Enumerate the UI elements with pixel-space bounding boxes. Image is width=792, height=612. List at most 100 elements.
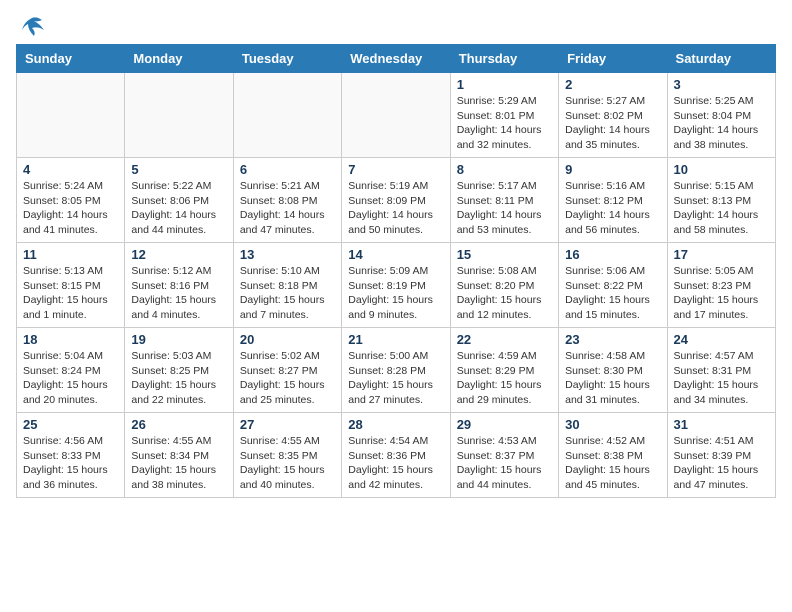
day-header-sunday: Sunday: [17, 45, 125, 73]
day-number: 2: [565, 77, 660, 92]
cell-info: Daylight: 14 hours: [565, 123, 660, 138]
cell-info: Sunset: 8:02 PM: [565, 109, 660, 124]
cell-info: Daylight: 15 hours: [348, 463, 443, 478]
cell-info: Daylight: 14 hours: [23, 208, 118, 223]
cell-info: and 15 minutes.: [565, 308, 660, 323]
calendar-cell: 28Sunrise: 4:54 AMSunset: 8:36 PMDayligh…: [342, 413, 450, 498]
cell-info: and 44 minutes.: [457, 478, 552, 493]
cell-info: Sunrise: 5:24 AM: [23, 179, 118, 194]
cell-info: and 53 minutes.: [457, 223, 552, 238]
cell-info: Daylight: 15 hours: [457, 378, 552, 393]
cell-info: Daylight: 14 hours: [457, 208, 552, 223]
day-number: 5: [131, 162, 226, 177]
cell-info: Sunrise: 5:25 AM: [674, 94, 769, 109]
cell-info: Sunset: 8:11 PM: [457, 194, 552, 209]
calendar-cell: 19Sunrise: 5:03 AMSunset: 8:25 PMDayligh…: [125, 328, 233, 413]
page-header: [16, 16, 776, 34]
calendar-cell: 12 Sunrise: 5:12 AMSunset: 8:16 PMDayligh…: [125, 243, 233, 328]
cell-info: Sunset: 8:16 PM: [131, 279, 226, 294]
day-number: 12: [131, 247, 226, 262]
cell-info: Daylight: 14 hours: [674, 123, 769, 138]
day-number: 10: [674, 162, 769, 177]
cell-info: Sunrise: 4:53 AM: [457, 434, 552, 449]
cell-info: Daylight: 15 hours: [348, 378, 443, 393]
cell-info: Sunrise: 5:15 AM: [674, 179, 769, 194]
calendar-table: SundayMondayTuesdayWednesdayThursdayFrid…: [16, 44, 776, 498]
day-header-saturday: Saturday: [667, 45, 775, 73]
cell-info: and 58 minutes.: [674, 223, 769, 238]
day-number: 19: [131, 332, 226, 347]
day-header-friday: Friday: [559, 45, 667, 73]
cell-info: Sunrise: 5:06 AM: [565, 264, 660, 279]
cell-info: Sunset: 8:19 PM: [348, 279, 443, 294]
day-number: 28: [348, 417, 443, 432]
calendar-cell: 11Sunrise: 5:13 AMSunset: 8:15 PMDayligh…: [17, 243, 125, 328]
cell-info: and 50 minutes.: [348, 223, 443, 238]
cell-info: Daylight: 15 hours: [240, 378, 335, 393]
day-number: 29: [457, 417, 552, 432]
calendar-cell: 2 Sunrise: 5:27 AMSunset: 8:02 PMDaylight…: [559, 73, 667, 158]
week-row-1: 1Sunrise: 5:29 AMSunset: 8:01 PMDaylight…: [17, 73, 776, 158]
cell-info: Daylight: 15 hours: [565, 378, 660, 393]
cell-info: Daylight: 14 hours: [674, 208, 769, 223]
cell-info: Sunrise: 5:05 AM: [674, 264, 769, 279]
cell-info: and 34 minutes.: [674, 393, 769, 408]
cell-info: Sunset: 8:18 PM: [240, 279, 335, 294]
cell-info: and 40 minutes.: [240, 478, 335, 493]
cell-info: Sunset: 8:39 PM: [674, 449, 769, 464]
calendar-cell: 26Sunrise: 4:55 AMSunset: 8:34 PMDayligh…: [125, 413, 233, 498]
cell-info: Daylight: 15 hours: [131, 463, 226, 478]
cell-info: Sunrise: 5:12 AM: [131, 264, 226, 279]
cell-info: and 20 minutes.: [23, 393, 118, 408]
cell-info: Sunset: 8:31 PM: [674, 364, 769, 379]
cell-info: Daylight: 15 hours: [457, 293, 552, 308]
cell-info: Sunset: 8:12 PM: [565, 194, 660, 209]
day-number: 25: [23, 417, 118, 432]
calendar-cell: 31Sunrise: 4:51 AMSunset: 8:39 PMDayligh…: [667, 413, 775, 498]
week-row-3: 11Sunrise: 5:13 AMSunset: 8:15 PMDayligh…: [17, 243, 776, 328]
calendar-cell: [17, 73, 125, 158]
cell-info: and 32 minutes.: [457, 138, 552, 153]
day-number: 16: [565, 247, 660, 262]
cell-info: Sunrise: 4:59 AM: [457, 349, 552, 364]
cell-info: Sunrise: 5:21 AM: [240, 179, 335, 194]
day-header-wednesday: Wednesday: [342, 45, 450, 73]
calendar-cell: 24Sunrise: 4:57 AMSunset: 8:31 PMDayligh…: [667, 328, 775, 413]
cell-info: Daylight: 15 hours: [240, 463, 335, 478]
calendar-cell: 8Sunrise: 5:17 AMSunset: 8:11 PMDaylight…: [450, 158, 558, 243]
cell-info: Sunrise: 4:55 AM: [131, 434, 226, 449]
calendar-cell: 25Sunrise: 4:56 AMSunset: 8:33 PMDayligh…: [17, 413, 125, 498]
day-number: 31: [674, 417, 769, 432]
day-number: 3: [674, 77, 769, 92]
day-number: 30: [565, 417, 660, 432]
calendar-cell: [125, 73, 233, 158]
calendar-cell: 21Sunrise: 5:00 AMSunset: 8:28 PMDayligh…: [342, 328, 450, 413]
cell-info: Sunrise: 4:51 AM: [674, 434, 769, 449]
day-number: 7: [348, 162, 443, 177]
cell-info: and 1 minute.: [23, 308, 118, 323]
calendar-cell: 18Sunrise: 5:04 AMSunset: 8:24 PMDayligh…: [17, 328, 125, 413]
cell-info: Sunrise: 5:00 AM: [348, 349, 443, 364]
logo: [16, 16, 46, 34]
cell-info: and 36 minutes.: [23, 478, 118, 493]
day-number: 17: [674, 247, 769, 262]
cell-info: Daylight: 14 hours: [565, 208, 660, 223]
calendar-cell: 5Sunrise: 5:22 AMSunset: 8:06 PMDaylight…: [125, 158, 233, 243]
cell-info: Daylight: 15 hours: [131, 293, 226, 308]
cell-info: and 35 minutes.: [565, 138, 660, 153]
cell-info: Daylight: 15 hours: [23, 463, 118, 478]
calendar-cell: 7Sunrise: 5:19 AMSunset: 8:09 PMDaylight…: [342, 158, 450, 243]
day-header-tuesday: Tuesday: [233, 45, 341, 73]
calendar-cell: 15Sunrise: 5:08 AMSunset: 8:20 PMDayligh…: [450, 243, 558, 328]
calendar-cell: 1Sunrise: 5:29 AMSunset: 8:01 PMDaylight…: [450, 73, 558, 158]
cell-info: Sunset: 8:23 PM: [674, 279, 769, 294]
cell-info: Daylight: 14 hours: [240, 208, 335, 223]
calendar-cell: 23Sunrise: 4:58 AMSunset: 8:30 PMDayligh…: [559, 328, 667, 413]
calendar-cell: 10Sunrise: 5:15 AMSunset: 8:13 PMDayligh…: [667, 158, 775, 243]
cell-info: and 41 minutes.: [23, 223, 118, 238]
cell-info: Sunrise: 5:22 AM: [131, 179, 226, 194]
cell-info: Sunrise: 5:10 AM: [240, 264, 335, 279]
cell-info: Sunrise: 5:27 AM: [565, 94, 660, 109]
cell-info: and 56 minutes.: [565, 223, 660, 238]
cell-info: Sunset: 8:22 PM: [565, 279, 660, 294]
